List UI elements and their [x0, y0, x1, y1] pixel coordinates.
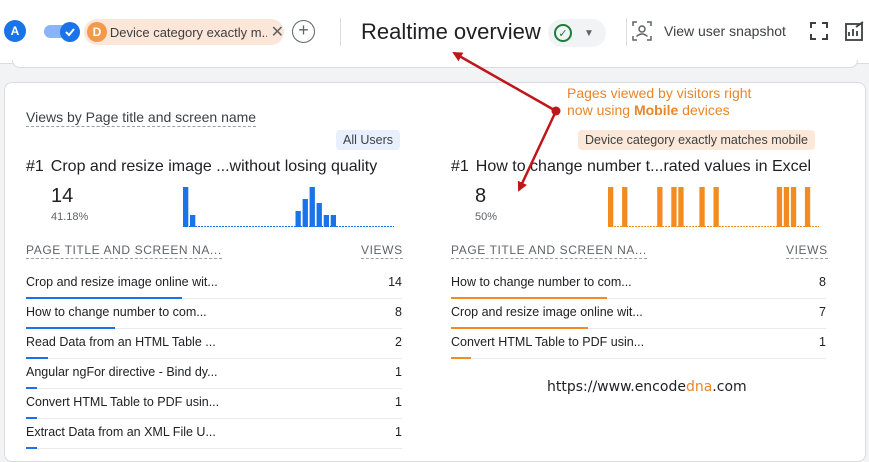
right-sparkline: [608, 187, 819, 227]
right-table-row[interactable]: How to change number to com... 8: [451, 269, 826, 299]
caret-down-icon: ▼: [584, 27, 594, 39]
annotation-bold: Mobile: [633, 102, 679, 118]
check-circle-icon: ✓: [554, 24, 572, 42]
left-table-row[interactable]: How to change number to com... 8: [26, 299, 402, 329]
sparkline-bar: [622, 187, 628, 227]
row-views: 1: [395, 365, 402, 379]
sparkline-bar: [190, 215, 196, 227]
annotation-line-2: now using Mobile devices: [567, 102, 751, 119]
right-column-page-title[interactable]: PAGE TITLE AND SCREEN NA...: [451, 243, 647, 259]
sparkline-bar: [323, 215, 329, 227]
sparkline-bar: [316, 203, 322, 227]
sparkline-bar: [671, 187, 677, 227]
segment-pill-all-users: All Users: [336, 130, 401, 150]
row-page-title: Angular ngFor directive - Bind dy...: [26, 365, 218, 379]
right-top-percent: 50%: [475, 211, 498, 223]
row-views: 1: [395, 425, 402, 439]
right-column-views[interactable]: VIEWS: [786, 243, 828, 259]
right-top-value: 8: [475, 185, 487, 207]
left-table-row[interactable]: Crop and resize image online wit... 14: [26, 269, 402, 299]
row-page-title: Read Data from an HTML Table ...: [26, 335, 216, 349]
left-sparkline: [183, 187, 394, 227]
fullscreen-icon[interactable]: [810, 22, 828, 40]
sparkline-bar: [713, 187, 719, 227]
annotation-suffix: devices: [678, 102, 730, 118]
left-top-page: #1 Crop and resize image ...without losin…: [26, 158, 377, 176]
sparkline-bar: [776, 187, 783, 227]
chip-label: Device category exactly m...: [109, 24, 267, 40]
row-views: 1: [395, 395, 402, 409]
left-top-title: Crop and resize image ...without losing …: [50, 158, 378, 175]
row-views: 1: [819, 335, 826, 349]
sparkline-bar: [790, 187, 797, 227]
watermark-url: https://www.encodedna.com: [547, 379, 747, 395]
row-page-title: Crop and resize image online wit...: [451, 305, 643, 319]
row-views: 7: [819, 305, 826, 319]
account-avatar[interactable]: A: [4, 20, 26, 42]
previous-card-edge: [12, 60, 858, 68]
top-bar: A D Device category exactly m... ✕ + Rea…: [0, 0, 869, 64]
left-top-rank: #1: [26, 158, 44, 175]
sparkline-bar: [678, 187, 684, 227]
comparison-toggle[interactable]: [44, 22, 80, 42]
row-views: 2: [395, 335, 402, 349]
row-page-title: Convert HTML Table to PDF usin...: [26, 395, 220, 409]
row-views: 8: [395, 305, 402, 319]
left-top-percent: 41.18%: [51, 211, 89, 223]
row-page-title: How to change number to com...: [26, 305, 207, 319]
watermark-highlight: dna: [685, 379, 713, 395]
watermark-prefix: https://www.encode: [547, 379, 686, 395]
sparkline-bar: [330, 215, 336, 227]
right-top-rank: #1: [451, 158, 469, 175]
row-views: 8: [819, 275, 826, 289]
sparkline-bar: [699, 187, 705, 227]
sparkline-bar: [657, 187, 663, 227]
view-user-snapshot-button[interactable]: View user snapshot: [632, 21, 786, 41]
sparkline-bar: [783, 187, 790, 227]
close-icon[interactable]: ✕: [271, 22, 284, 42]
row-page-title: Extract Data from an XML File U...: [26, 425, 216, 439]
check-icon: [60, 22, 80, 42]
insights-chart-icon[interactable]: [845, 21, 865, 41]
divider: [340, 18, 341, 46]
segment-pill-mobile: Device category exactly matches mobile: [578, 130, 816, 150]
annotation-prefix: now using: [567, 102, 634, 118]
data-quality-dropdown[interactable]: ✓ ▼: [548, 19, 606, 47]
divider: [626, 18, 627, 46]
sparkline-bar: [804, 187, 811, 227]
sparkline-bar: [309, 187, 315, 227]
watermark-suffix: .com: [712, 379, 747, 395]
filter-chip[interactable]: D Device category exactly m... ✕: [84, 19, 284, 45]
left-table-row[interactable]: Convert HTML Table to PDF usin... 1: [26, 389, 402, 419]
sparkline-bar: [183, 187, 189, 227]
left-table-row[interactable]: Read Data from an HTML Table ... 2: [26, 329, 402, 359]
left-column-views[interactable]: VIEWS: [361, 243, 403, 259]
row-page-title: Crop and resize image online wit...: [26, 275, 218, 289]
left-top-value: 14: [51, 185, 74, 207]
snapshot-label: View user snapshot: [664, 23, 786, 39]
add-comparison-icon[interactable]: +: [292, 20, 315, 43]
sparkline-bar: [295, 211, 301, 227]
row-page-title: Convert HTML Table to PDF usin...: [451, 335, 645, 349]
sparkline-bar: [608, 187, 614, 227]
left-table-row[interactable]: Angular ngFor directive - Bind dy... 1: [26, 359, 402, 389]
row-views: 14: [388, 275, 402, 289]
right-table-row[interactable]: Convert HTML Table to PDF usin... 1: [451, 329, 826, 359]
right-table-row[interactable]: Crop and resize image online wit... 7: [451, 299, 826, 329]
annotation-callout: Pages viewed by visitors right now using…: [567, 85, 751, 119]
left-table-row[interactable]: Extract Data from an XML File U... 1: [26, 419, 402, 449]
chip-badge: D: [87, 22, 107, 42]
left-column-page-title[interactable]: PAGE TITLE AND SCREEN NA...: [26, 243, 222, 259]
right-top-title: How to change number t...rated values in…: [475, 158, 812, 175]
user-snapshot-icon: [632, 21, 652, 41]
row-share-bar: [26, 447, 37, 449]
page-title: Realtime overview: [361, 19, 541, 44]
card-title[interactable]: Views by Page title and screen name: [26, 109, 257, 127]
annotation-line-1: Pages viewed by visitors right: [567, 85, 752, 101]
sparkline-bar: [302, 199, 308, 227]
row-share-bar: [451, 357, 471, 359]
right-top-page: #1 How to change number t...rated values …: [451, 158, 811, 176]
row-page-title: How to change number to com...: [451, 275, 632, 289]
